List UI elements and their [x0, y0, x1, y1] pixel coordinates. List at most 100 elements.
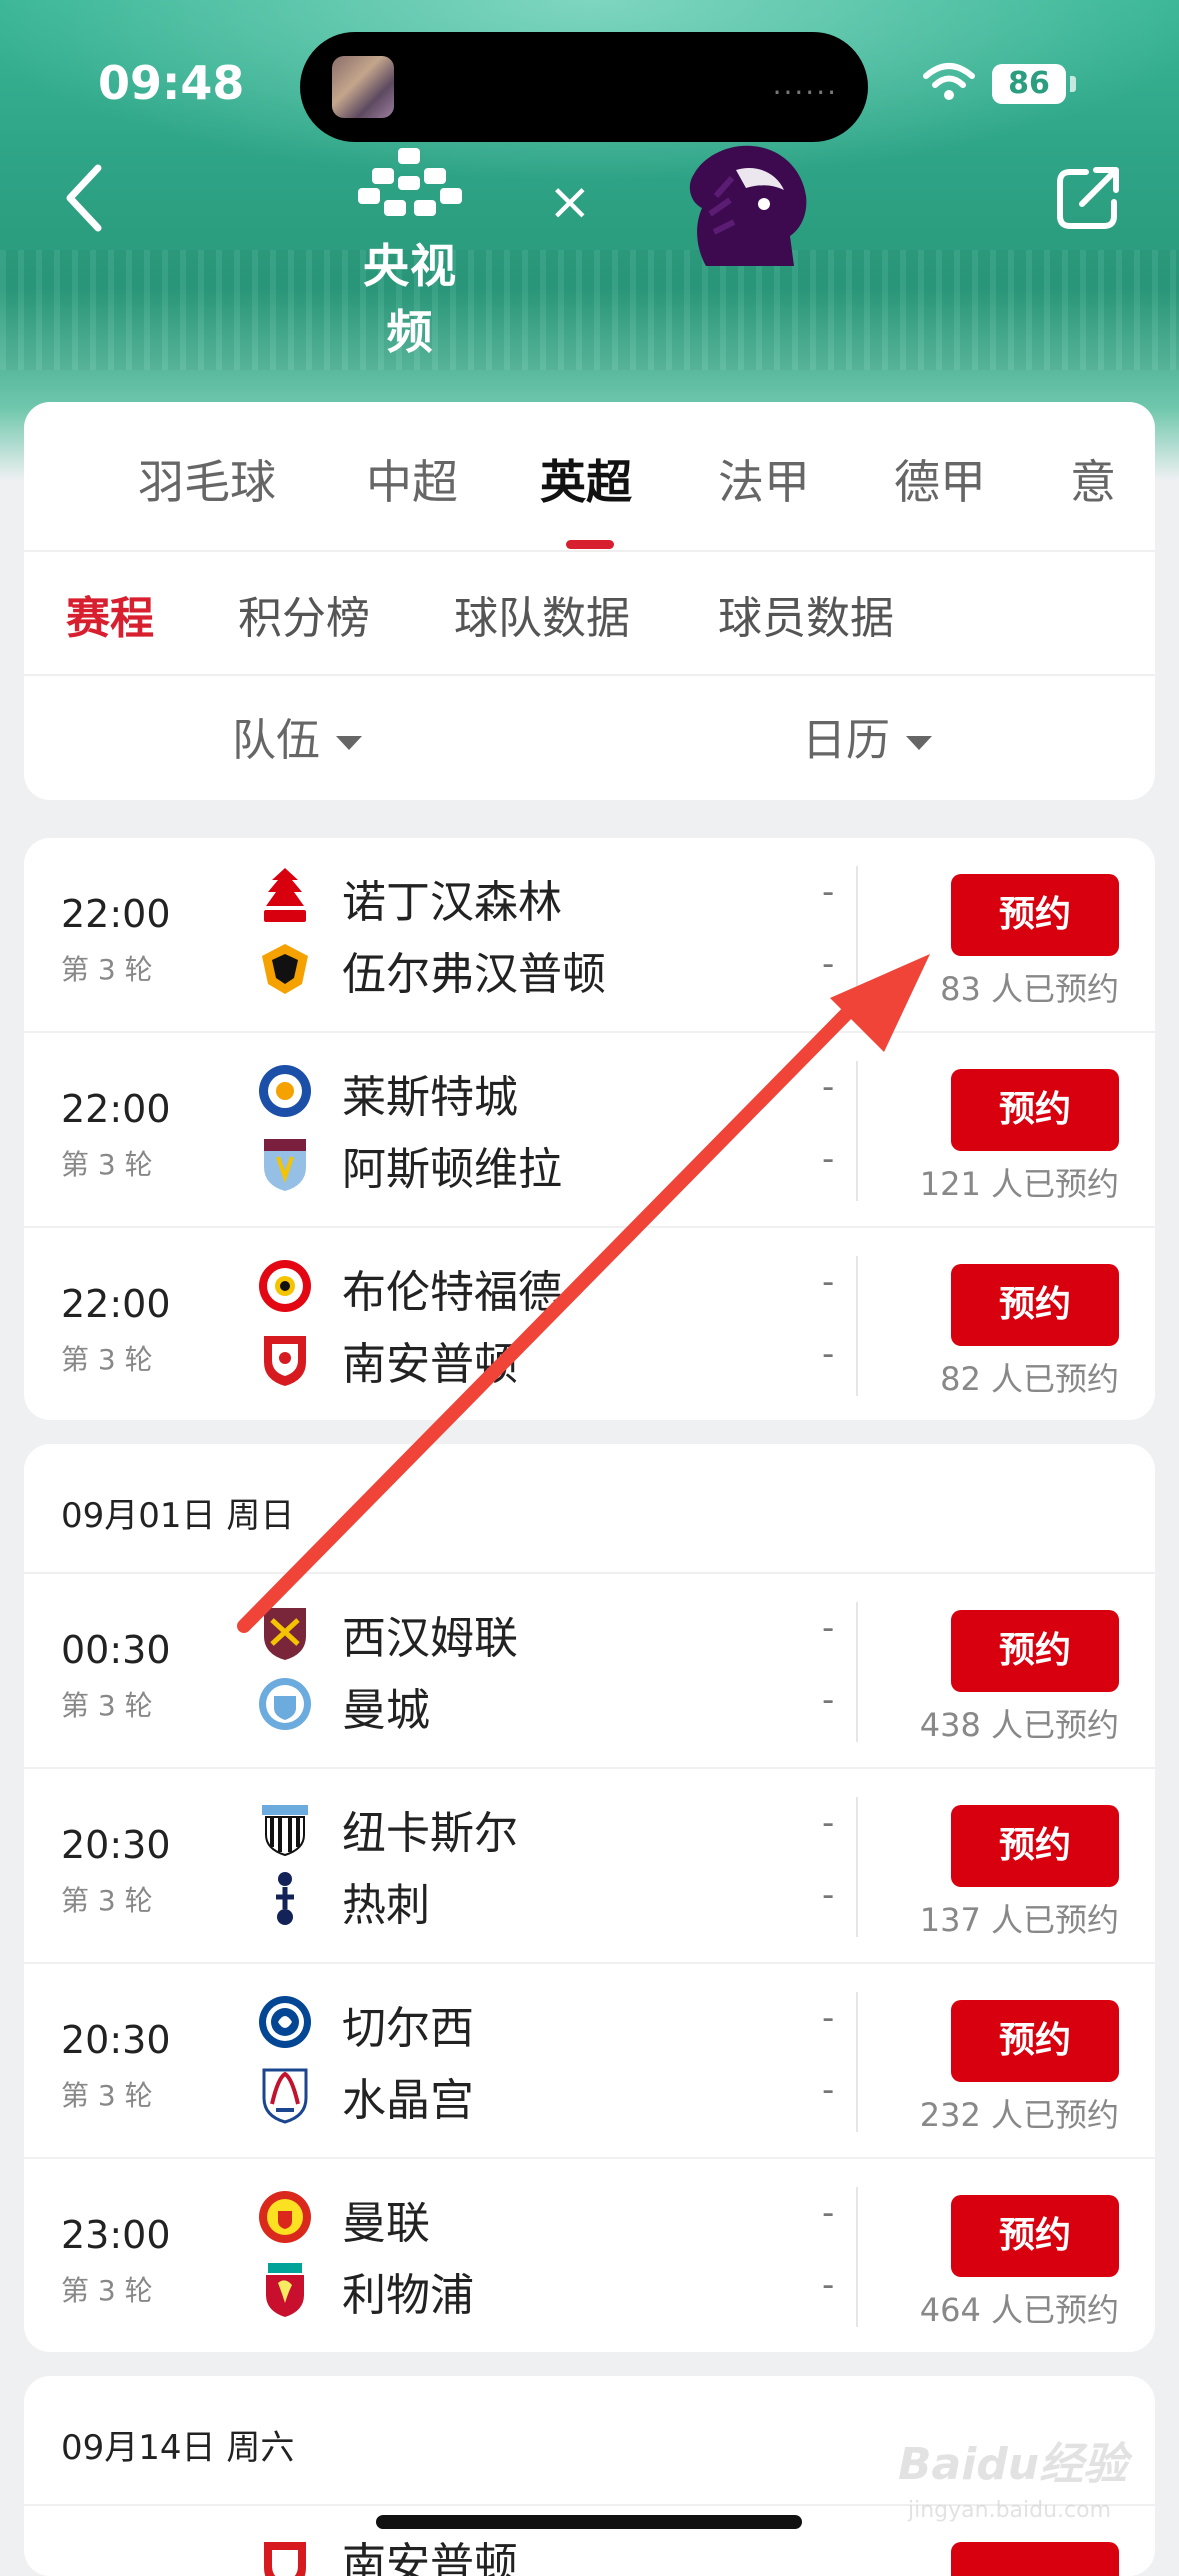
match-row[interactable]: 20:30 第 3 轮 切尔西 - 水晶宫 - 预约 232 人已预约 — [24, 1964, 1155, 2159]
team-crest-icon — [259, 1996, 311, 2048]
share-icon[interactable] — [1052, 162, 1124, 234]
away-score: - — [822, 2070, 835, 2110]
away-score: - — [822, 1680, 835, 1720]
calendar-filter[interactable]: 日历 — [802, 704, 932, 768]
match-time: 20:30 — [61, 2018, 171, 2062]
match-time: 00:30 — [61, 1628, 171, 1672]
match-round: 第 3 轮 — [61, 1343, 153, 1376]
team-filter[interactable]: 队伍 — [232, 704, 362, 768]
date-header: 09月01日 周日 — [61, 1496, 295, 1536]
away-team: 曼城 — [342, 1685, 430, 1736]
tab-premier-league[interactable]: 英超 — [540, 446, 632, 512]
home-score: - — [822, 1998, 835, 2038]
away-team: 热刺 — [342, 1880, 430, 1931]
reservation-count: 83 人已预约 — [940, 970, 1119, 1008]
home-team: 南安普顿 — [342, 2539, 518, 2576]
team-filter-label: 队伍 — [232, 715, 320, 766]
home-indicator[interactable] — [376, 2515, 802, 2529]
reserve-button[interactable] — [951, 2542, 1119, 2576]
reserve-button[interactable]: 预约 — [951, 1069, 1119, 1151]
match-round: 第 3 轮 — [61, 2274, 153, 2307]
cctv-mark-icon — [358, 148, 462, 216]
match-time: 20:30 — [61, 1823, 171, 1867]
team-crest-icon — [262, 1805, 308, 1857]
dynamic-island[interactable]: ...... — [300, 32, 868, 142]
subtab-team-stats[interactable]: 球队数据 — [454, 582, 630, 646]
home-score: - — [822, 1803, 835, 1843]
cctv-video-logo: 央视频 — [340, 140, 480, 359]
times-icon: × — [548, 172, 592, 232]
team-crest-icon — [259, 1065, 311, 1117]
reservation-count: 464 人已预约 — [919, 2291, 1119, 2329]
date-header: 09月14日 周六 — [61, 2428, 295, 2468]
away-score: - — [822, 1139, 835, 1179]
reserve-button[interactable]: 预约 — [951, 874, 1119, 956]
reserve-button[interactable]: 预约 — [951, 1264, 1119, 1346]
away-team: 利物浦 — [342, 2270, 474, 2321]
reserve-button[interactable]: 预约 — [951, 2000, 1119, 2082]
team-crest-icon — [264, 1608, 306, 1660]
reserve-button[interactable]: 预约 — [951, 2195, 1119, 2277]
match-round: 第 3 轮 — [61, 1689, 153, 1722]
home-team: 切尔西 — [342, 2003, 474, 2054]
home-score: - — [822, 2193, 835, 2233]
column-divider — [856, 1602, 858, 1742]
caret-down-icon — [906, 736, 932, 750]
match-time: 22:00 — [61, 1282, 171, 1326]
match-round: 第 3 轮 — [61, 1884, 153, 1917]
subtab-player-stats[interactable]: 球员数据 — [718, 582, 894, 646]
home-team: 西汉姆联 — [342, 1613, 518, 1664]
tab-bundesliga[interactable]: 德甲 — [894, 446, 986, 512]
column-divider — [856, 2187, 858, 2327]
match-row[interactable]: 20:30 第 3 轮 纽卡斯尔 - 热刺 - 预约 137 人已预约 — [24, 1769, 1155, 1964]
league-tab-bar: 羽毛球 中超 英超 法甲 德甲 意 — [24, 402, 1155, 550]
brand-name: 央视频 — [363, 239, 457, 359]
match-row[interactable]: 22:00 第 3 轮 布伦特福德 - 南安普顿 - 预约 82 人已预约 — [24, 1228, 1155, 1420]
team-crest-icon — [266, 2263, 304, 2317]
active-tab-indicator — [566, 540, 614, 549]
column-divider — [856, 1061, 858, 1201]
match-row[interactable]: 23:00 第 3 轮 曼联 - 利物浦 - 预约 464 人已预约 — [24, 2159, 1155, 2352]
team-crest-icon — [264, 868, 306, 922]
match-round: 第 3 轮 — [61, 2079, 153, 2112]
match-card: 22:00 第 3 轮 诺丁汉森林 - 伍尔弗汉普顿 - 预约 83 人已预约 … — [24, 838, 1155, 1420]
home-score: - — [822, 1608, 835, 1648]
match-row[interactable]: 22:00 第 3 轮 诺丁汉森林 - 伍尔弗汉普顿 - 预约 83 人已预约 — [24, 838, 1155, 1033]
match-card: 09月01日 周日 00:30 第 3 轮 西汉姆联 - 曼城 - 预约 438… — [24, 1444, 1155, 2352]
match-row[interactable]: 22:00 第 3 轮 莱斯特城 - 阿斯顿维拉 - 预约 121 人已预约 — [24, 1033, 1155, 1228]
column-divider — [856, 1992, 858, 2132]
tab-ligue1[interactable]: 法甲 — [718, 446, 810, 512]
watermark-text: Baidu经验 — [898, 2439, 1128, 2490]
tab-csl[interactable]: 中超 — [366, 446, 458, 512]
home-team: 莱斯特城 — [342, 1072, 518, 1123]
column-divider — [856, 866, 858, 1006]
back-icon[interactable] — [58, 160, 108, 236]
tab-serie-a[interactable]: 意 — [1070, 446, 1116, 512]
reservation-count: 82 人已预约 — [940, 1360, 1119, 1398]
team-crest-icon — [259, 1260, 311, 1312]
home-score: - — [822, 872, 835, 912]
tab-badminton[interactable]: 羽毛球 — [138, 446, 276, 512]
reservation-count: 438 人已预约 — [919, 1706, 1119, 1744]
tabs-card: 羽毛球 中超 英超 法甲 德甲 意 赛程 积分榜 球队数据 球员数据 队伍 日历 — [24, 402, 1155, 800]
away-team: 水晶宫 — [342, 2075, 474, 2126]
away-score: - — [822, 2265, 835, 2305]
premier-league-lion-icon — [689, 145, 807, 266]
divider — [24, 674, 1155, 676]
away-team: 阿斯顿维拉 — [342, 1144, 562, 1195]
wifi-icon — [923, 63, 975, 100]
match-time: 22:00 — [61, 892, 171, 936]
column-divider — [856, 1256, 858, 1396]
match-row[interactable]: 00:30 第 3 轮 西汉姆联 - 曼城 - 预约 438 人已预约 — [24, 1574, 1155, 1769]
island-dots: ...... — [772, 68, 838, 101]
away-score: - — [822, 1334, 835, 1374]
team-crest-icon — [262, 2068, 308, 2124]
subtab-schedule[interactable]: 赛程 — [66, 582, 154, 646]
column-divider — [856, 1797, 858, 1937]
away-score: - — [822, 944, 835, 984]
reserve-button[interactable]: 预约 — [951, 1805, 1119, 1887]
home-team: 诺丁汉森林 — [342, 877, 562, 928]
subtab-standings[interactable]: 积分榜 — [238, 582, 370, 646]
reserve-button[interactable]: 预约 — [951, 1610, 1119, 1692]
away-team: 伍尔弗汉普顿 — [342, 949, 606, 1000]
